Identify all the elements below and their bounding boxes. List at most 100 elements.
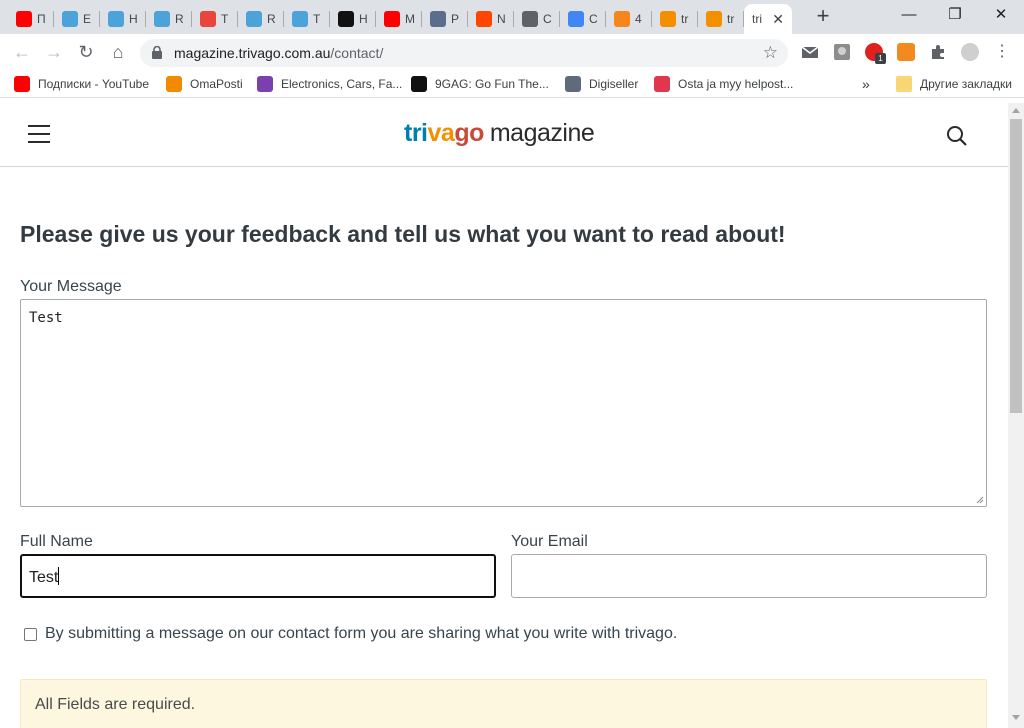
text-caret: [58, 567, 60, 585]
tab-strip: П E H R T R T H M P N C C 4 tr tr tri ✕: [0, 0, 1024, 34]
browser-tab[interactable]: П: [8, 4, 54, 34]
ebay-bag-icon: [257, 76, 273, 92]
browser-tab[interactable]: E: [54, 4, 100, 34]
bookmark-item[interactable]: OmaPosti: [166, 76, 243, 92]
tab-title: N: [497, 12, 506, 26]
bookmark-item[interactable]: Подписки - YouTube: [14, 76, 149, 92]
tab-title: H: [129, 12, 138, 26]
address-bar[interactable]: magazine.trivago.com.au/contact/ ☆: [140, 39, 788, 67]
home-button[interactable]: ⌂: [106, 40, 130, 64]
browser-tab[interactable]: R: [146, 4, 192, 34]
tori-icon: [654, 76, 670, 92]
bag-icon: [565, 76, 581, 92]
puzzle-extensions-icon[interactable]: [929, 43, 947, 61]
posti-icon: [166, 76, 182, 92]
globe-icon: [522, 11, 538, 27]
diamond-icon: [108, 11, 124, 27]
photo-extension-icon[interactable]: [833, 43, 851, 61]
new-tab-button[interactable]: +: [812, 5, 834, 28]
full-name-input[interactable]: Test: [20, 554, 496, 598]
tab-title: tri: [752, 12, 762, 26]
site-header: trivago magazine: [0, 103, 1008, 167]
browser-tab[interactable]: tr: [652, 4, 698, 34]
minimize-button[interactable]: —: [886, 4, 932, 26]
search-icon[interactable]: [946, 125, 968, 147]
consent-text[interactable]: By submitting a message on our contact f…: [45, 625, 677, 643]
tab-title: R: [175, 12, 184, 26]
fox-icon: [614, 11, 630, 27]
message-label: Your Message: [20, 278, 122, 295]
browser-tab[interactable]: N: [468, 4, 514, 34]
browser-tab[interactable]: T: [192, 4, 238, 34]
menu-kebab-icon[interactable]: ⋮: [990, 40, 1014, 64]
browser-tab[interactable]: 4: [606, 4, 652, 34]
tab-title: R: [267, 12, 276, 26]
restore-button[interactable]: ❐: [932, 4, 978, 26]
scroll-down-arrow-icon[interactable]: [1012, 715, 1020, 720]
tab-title: T: [313, 12, 321, 26]
hamburger-menu-icon[interactable]: [28, 125, 50, 143]
message-textarea[interactable]: Test: [20, 299, 987, 507]
bookmark-item[interactable]: Digiseller: [565, 76, 638, 92]
browser-tab[interactable]: T: [284, 4, 330, 34]
bookmark-label: Electronics, Cars, Fa...: [281, 77, 403, 91]
browser-tab[interactable]: M: [376, 4, 422, 34]
bookmark-item[interactable]: Osta ja myy helpost...: [654, 76, 793, 92]
trivago-magazine-logo[interactable]: trivago magazine: [404, 119, 595, 148]
trivago-icon: [706, 11, 722, 27]
tab-title: T: [221, 12, 229, 26]
bookmark-label: Подписки - YouTube: [38, 77, 150, 91]
resize-grip-icon[interactable]: [976, 496, 984, 504]
bookmarks-bar: Подписки - YouTube OmaPosti Electronics, C…: [0, 70, 1024, 98]
orange-extension-icon[interactable]: [897, 43, 915, 61]
trivago-icon: [660, 11, 676, 27]
close-window-button[interactable]: ✕: [978, 4, 1024, 26]
folder-icon: [896, 76, 912, 92]
bookmark-item[interactable]: 9GAG: Go Fun The...: [411, 76, 549, 92]
browser-tab[interactable]: H: [330, 4, 376, 34]
logo-part-tri: tri: [404, 119, 428, 147]
browser-tab[interactable]: R: [238, 4, 284, 34]
back-button[interactable]: ←: [10, 40, 34, 64]
browser-tab[interactable]: P: [422, 4, 468, 34]
diamond-icon: [62, 11, 78, 27]
bookmark-star-icon[interactable]: ☆: [763, 43, 778, 63]
lock-icon[interactable]: [152, 46, 162, 59]
opera-vpn-icon[interactable]: 1: [865, 43, 886, 64]
required-fields-notice: All Fields are required.: [20, 679, 987, 728]
consent-checkbox[interactable]: [24, 627, 37, 641]
email-input[interactable]: [511, 554, 987, 598]
tab-title: H: [359, 12, 368, 26]
bookmark-label: 9GAG: Go Fun The...: [435, 77, 549, 91]
wave-icon: [200, 11, 216, 27]
tab-title: C: [589, 12, 598, 26]
browser-tab[interactable]: H: [100, 4, 146, 34]
browser-toolbar: ← → ↻ ⌂ magazine.trivago.com.au/contact/…: [0, 34, 1024, 70]
other-bookmarks-folder[interactable]: Другие закладки: [896, 76, 1012, 92]
tab-title: tr: [727, 12, 735, 26]
url-text[interactable]: magazine.trivago.com.au/contact/: [174, 45, 383, 61]
close-tab-icon[interactable]: ✕: [772, 11, 784, 28]
page-scrollbar[interactable]: [1008, 103, 1024, 728]
tab-title: 4: [635, 12, 642, 26]
reload-button[interactable]: ↻: [74, 40, 98, 64]
browser-tab[interactable]: C: [514, 4, 560, 34]
diamond-icon: [154, 11, 170, 27]
youtube-icon: [14, 76, 30, 92]
reddit-icon: [476, 11, 492, 27]
bookmark-label: Digiseller: [589, 77, 639, 91]
browser-tab[interactable]: C: [560, 4, 606, 34]
youtube-icon: [384, 11, 400, 27]
scroll-up-arrow-icon[interactable]: [1012, 108, 1020, 113]
tab-active[interactable]: tri ✕: [744, 4, 792, 34]
scrollbar-thumb[interactable]: [1010, 119, 1022, 413]
mail-icon[interactable]: [801, 43, 819, 61]
forward-button[interactable]: →: [42, 40, 66, 64]
youtube-icon: [16, 11, 32, 27]
tab-title: E: [83, 12, 92, 26]
bookmark-label: Osta ja myy helpost...: [678, 77, 794, 91]
profile-avatar[interactable]: [961, 43, 979, 61]
bookmark-item[interactable]: Electronics, Cars, Fa...: [257, 76, 402, 92]
bookmarks-overflow-button[interactable]: »: [862, 76, 870, 92]
browser-tab[interactable]: tr: [698, 4, 744, 34]
